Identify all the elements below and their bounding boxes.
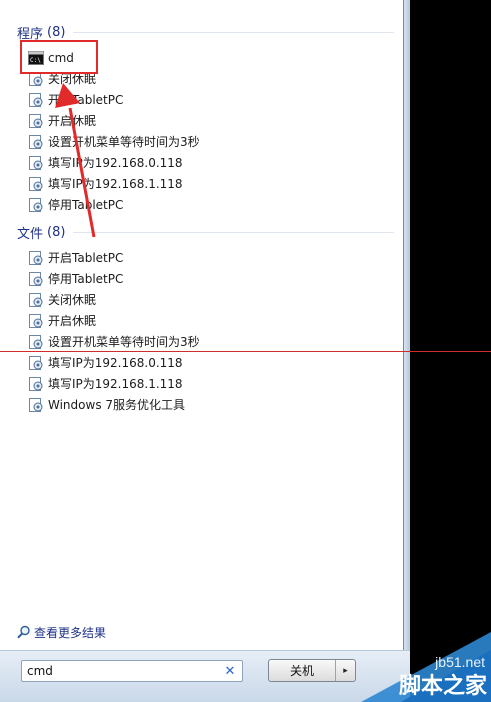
watermark: jb51.net 脚本之家 — [361, 632, 491, 702]
watermark-brand: 脚本之家 — [398, 674, 487, 699]
screenshot-root: 程序 (8) C:\ cmd 关闭休眠 开启TabletPC 设置开机菜单等待时… — [0, 0, 491, 702]
annotation-red-line — [0, 351, 491, 352]
